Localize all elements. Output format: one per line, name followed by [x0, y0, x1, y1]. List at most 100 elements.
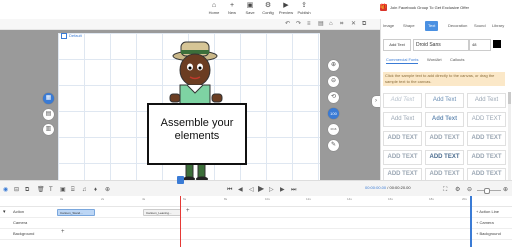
- camera-icon[interactable]: ⌸: [71, 186, 75, 194]
- add-clip-icon[interactable]: +: [186, 208, 190, 214]
- zoom-in-icon[interactable]: ⊕: [503, 186, 508, 194]
- sample-text[interactable]: ADD TEXT: [467, 112, 506, 127]
- sample-text[interactable]: ADD TEXT: [425, 131, 464, 146]
- reset-view-button[interactable]: ⟲: [328, 92, 339, 103]
- sample-text[interactable]: Add Text: [383, 93, 422, 108]
- canvas-toolbar: ↶ ↷ ≡ ▤ ⌂ ⌗ ✕ ⧉: [0, 19, 380, 30]
- sample-text[interactable]: ADD TEXT: [383, 131, 422, 146]
- sample-text[interactable]: Add Text: [467, 93, 506, 108]
- tab-image[interactable]: Image: [383, 21, 394, 31]
- redo-icon[interactable]: ↷: [296, 20, 301, 28]
- tab-decoration[interactable]: Decoration: [448, 21, 467, 31]
- add-camera-button[interactable]: + Camera: [476, 219, 512, 227]
- timeline-zoom-thumb[interactable]: [484, 188, 490, 194]
- track-label: Camera: [13, 220, 28, 225]
- font-select[interactable]: Droid Sans: [413, 39, 469, 51]
- save-button[interactable]: ▣ Save: [240, 1, 260, 18]
- frame-counter-button[interactable]: 0/16: [328, 124, 339, 135]
- fit-icon[interactable]: ⛶: [443, 186, 447, 194]
- image-icon[interactable]: ▣: [60, 186, 66, 194]
- delete-icon[interactable]: ✕: [351, 20, 356, 28]
- skip-end-icon[interactable]: ⏭: [291, 186, 296, 194]
- zoom-icon[interactable]: ⊕: [105, 186, 110, 194]
- play-icon: ▶: [283, 2, 289, 9]
- font-size-select[interactable]: 48: [469, 39, 491, 51]
- zoom-in-button[interactable]: ⊕: [328, 60, 339, 71]
- add-background-button[interactable]: + Background: [476, 230, 512, 238]
- split-icon[interactable]: ⊟: [14, 186, 19, 194]
- audio-icon[interactable]: ♫: [82, 186, 87, 194]
- lock-icon[interactable]: ⌂: [329, 20, 333, 28]
- list-tool-button[interactable]: ▤: [43, 109, 54, 120]
- copy-icon[interactable]: ⧉: [362, 20, 366, 28]
- ruler-tick: 4s: [142, 197, 146, 201]
- settings-icon[interactable]: ⚙: [455, 186, 460, 194]
- zoom-out-icon[interactable]: ⊖: [467, 186, 472, 194]
- sample-text[interactable]: Add Text: [425, 93, 464, 108]
- home-button[interactable]: ⌂ Home: [204, 1, 224, 18]
- sample-text[interactable]: ADD TEXT: [467, 131, 506, 146]
- new-file-icon: +: [229, 2, 235, 9]
- undo-icon[interactable]: ↶: [285, 20, 290, 28]
- tab-library[interactable]: Library: [492, 21, 504, 31]
- step-back-icon[interactable]: ◀: [238, 186, 243, 194]
- timeline-end-marker[interactable]: [470, 196, 472, 247]
- add-action-line-button[interactable]: + Action Line: [476, 208, 512, 216]
- align-icon[interactable]: ≡: [307, 20, 311, 28]
- tab-text[interactable]: Text: [425, 21, 439, 31]
- tab-sound[interactable]: Sound: [474, 21, 486, 31]
- mic-icon[interactable]: ♦: [94, 186, 97, 194]
- promo-link[interactable]: 🎁 Join Facebook Group To Get Exclusive Of…: [380, 3, 469, 13]
- sample-text[interactable]: Add Text: [383, 112, 422, 127]
- zoom-level-button[interactable]: 100: [328, 108, 339, 119]
- sample-text[interactable]: ADD TEXT: [467, 150, 506, 165]
- panel-scrollbar[interactable]: [508, 92, 511, 180]
- playhead[interactable]: [180, 196, 181, 247]
- delete-icon[interactable]: 🗑: [37, 186, 45, 194]
- panel-scrollbar-thumb[interactable]: [508, 92, 511, 104]
- text-icon[interactable]: T: [49, 186, 53, 194]
- sample-text[interactable]: Add Text: [425, 112, 464, 127]
- config-button[interactable]: ⚙ Config: [258, 1, 278, 18]
- preview-button[interactable]: ▶ Preview: [276, 1, 296, 18]
- ruler-tick: 16s: [388, 197, 393, 201]
- action-clip[interactable]: Cartoon_Stand...: [57, 209, 95, 216]
- sign-text[interactable]: Assemble your elements: [147, 117, 247, 143]
- timecode: 00:00:00.00 / 00:00:20.00: [365, 185, 411, 190]
- new-button[interactable]: + New: [222, 1, 242, 18]
- skip-start-icon[interactable]: ⏮: [227, 186, 232, 194]
- subtab-callouts[interactable]: Callouts: [450, 57, 464, 63]
- ruler-tick: 0s: [60, 197, 64, 201]
- prev-frame-icon[interactable]: ◁: [249, 186, 254, 194]
- track-camera[interactable]: Camera: [0, 218, 512, 229]
- track-background[interactable]: Background: [0, 229, 512, 240]
- layer-icon[interactable]: ▤: [318, 20, 324, 28]
- panel-tool-button[interactable]: ▥: [43, 124, 54, 135]
- collapse-panel-button[interactable]: ›: [372, 96, 380, 107]
- sample-text[interactable]: ADD TEXT: [383, 150, 422, 165]
- zoom-out-button[interactable]: ⊖: [328, 76, 339, 87]
- step-forward-icon[interactable]: ▶: [280, 186, 285, 194]
- expand-icon[interactable]: ▾: [3, 207, 6, 217]
- ruler-tick: 18s: [429, 197, 434, 201]
- next-frame-icon[interactable]: ▷: [269, 186, 274, 194]
- copy-icon[interactable]: ⧉: [25, 186, 29, 194]
- crop-icon[interactable]: ⌗: [340, 20, 343, 28]
- edit-button[interactable]: ✎: [328, 140, 339, 151]
- text-color-swatch[interactable]: [493, 40, 501, 48]
- publish-button[interactable]: ⇪ Publish: [294, 1, 314, 18]
- tab-shape[interactable]: Shape: [403, 21, 415, 31]
- publish-icon: ⇪: [301, 2, 307, 9]
- play-icon[interactable]: ▶: [258, 185, 264, 193]
- sample-text[interactable]: ADD TEXT: [425, 150, 464, 165]
- add-clip-icon[interactable]: +: [61, 229, 65, 235]
- action-clip[interactable]: Cartoon_Leaning...: [143, 209, 181, 216]
- playhead-handle[interactable]: [177, 176, 184, 184]
- timeline-ruler[interactable]: [0, 196, 512, 207]
- subtab-commercial-fonts[interactable]: Commercial Fonts: [386, 57, 419, 64]
- subtab-wordart[interactable]: WordArt: [427, 57, 442, 63]
- save-icon: ▣: [246, 2, 254, 9]
- add-text-button[interactable]: Add Text: [383, 39, 411, 51]
- grid-tool-button[interactable]: ▦: [43, 93, 54, 104]
- record-icon[interactable]: ◉: [3, 186, 8, 194]
